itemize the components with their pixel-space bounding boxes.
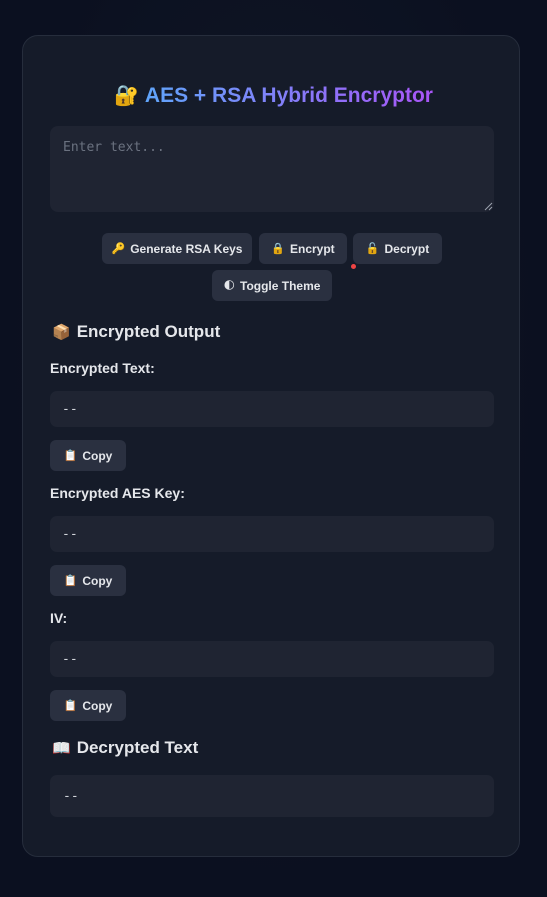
copy-encrypted-text-button[interactable]: 📋 Copy [50, 440, 126, 471]
package-icon: 📦 [52, 324, 71, 341]
copy-label: Copy [82, 573, 113, 588]
decrypt-button[interactable]: 🔓 Decrypt [353, 233, 442, 264]
open-book-icon: 📖 [52, 740, 71, 757]
generate-rsa-keys-button[interactable]: 🔑 Generate RSA Keys [102, 233, 252, 264]
page-title-text: AES + RSA Hybrid Encryptor [144, 84, 433, 107]
page: 🔐AES + RSA Hybrid Encryptor 🔑 Generate R… [0, 0, 547, 897]
encrypted-text-output: -- [50, 391, 494, 427]
encrypted-aes-key-output: -- [50, 516, 494, 552]
encrypt-label: Encrypt [290, 241, 335, 256]
decrypted-text-heading-text: Decrypted Text [76, 738, 199, 757]
decrypted-text-output: -- [50, 775, 494, 817]
clipboard-icon: 📋 [63, 575, 78, 587]
lock-key-icon: 🔐 [114, 85, 139, 107]
clipboard-icon: 📋 [63, 450, 78, 462]
generate-rsa-keys-label: Generate RSA Keys [130, 241, 243, 256]
encrypted-aes-key-label: Encrypted AES Key: [50, 485, 185, 501]
resize-handle-icon[interactable] [484, 202, 493, 211]
iv-label: IV: [50, 610, 68, 626]
toggle-theme-label: Toggle Theme [240, 278, 321, 293]
lock-icon: 🔒 [271, 243, 285, 255]
decrypted-text-heading: 📖 Decrypted Text [52, 738, 198, 758]
decrypt-label: Decrypt [384, 241, 430, 256]
encrypted-output-heading-text: Encrypted Output [76, 322, 221, 341]
copy-encrypted-aes-key-button[interactable]: 📋 Copy [50, 565, 126, 596]
notification-dot [351, 264, 356, 269]
unlock-icon: 🔓 [365, 243, 380, 255]
toggle-theme-button[interactable]: 🌓 Toggle Theme [212, 270, 332, 301]
copy-iv-button[interactable]: 📋 Copy [50, 690, 126, 721]
copy-label: Copy [82, 448, 113, 463]
plaintext-input[interactable] [50, 126, 494, 212]
encrypted-output-heading: 📦 Encrypted Output [52, 322, 220, 342]
encrypted-text-label: Encrypted Text: [50, 360, 155, 376]
iv-output: -- [50, 641, 494, 677]
clipboard-icon: 📋 [63, 700, 78, 712]
encrypt-button[interactable]: 🔒 Encrypt [259, 233, 347, 264]
copy-label: Copy [82, 698, 113, 713]
half-moon-icon: 🌓 [223, 280, 235, 292]
page-title: 🔐 AES + RSA Hybrid Encryptor [0, 82, 547, 110]
key-icon: 🔑 [111, 243, 126, 255]
